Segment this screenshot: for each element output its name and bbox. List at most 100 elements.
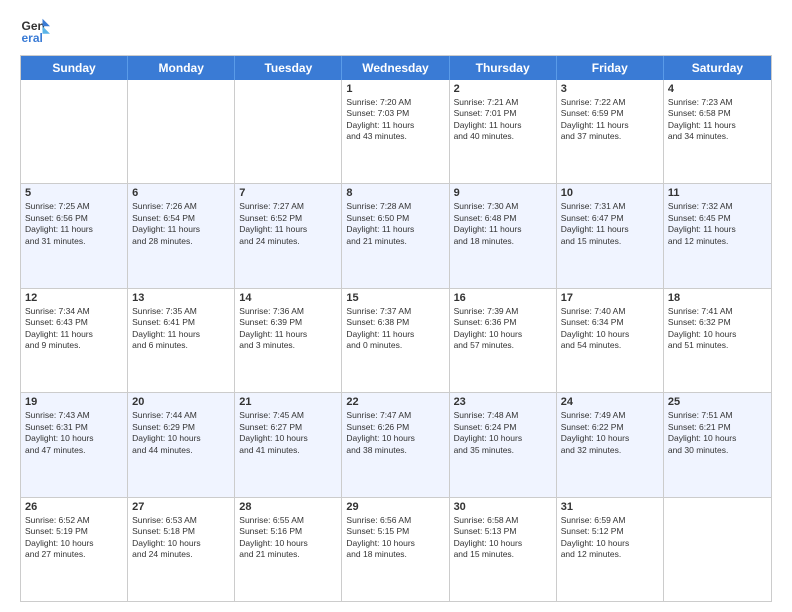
calendar-cell-day-31: 31 Sunrise: 6:59 AMSunset: 5:12 PMDayligh… <box>557 498 664 601</box>
day-info: Sunrise: 7:32 AMSunset: 6:45 PMDaylight:… <box>668 201 767 247</box>
day-info: Sunrise: 7:51 AMSunset: 6:21 PMDaylight:… <box>668 410 767 456</box>
day-info: Sunrise: 7:41 AMSunset: 6:32 PMDaylight:… <box>668 306 767 352</box>
calendar-cell-day-29: 29 Sunrise: 6:56 AMSunset: 5:15 PMDayligh… <box>342 498 449 601</box>
day-info: Sunrise: 7:49 AMSunset: 6:22 PMDaylight:… <box>561 410 659 456</box>
day-info: Sunrise: 7:34 AMSunset: 6:43 PMDaylight:… <box>25 306 123 352</box>
day-number: 18 <box>668 292 767 304</box>
calendar-cell-day-3: 3 Sunrise: 7:22 AMSunset: 6:59 PMDaylight… <box>557 80 664 183</box>
day-info: Sunrise: 6:56 AMSunset: 5:15 PMDaylight:… <box>346 515 444 561</box>
calendar-cell-day-5: 5 Sunrise: 7:25 AMSunset: 6:56 PMDaylight… <box>21 184 128 287</box>
calendar-cell-day-13: 13 Sunrise: 7:35 AMSunset: 6:41 PMDayligh… <box>128 289 235 392</box>
calendar-cell-empty-0-0 <box>21 80 128 183</box>
calendar-cell-day-10: 10 Sunrise: 7:31 AMSunset: 6:47 PMDayligh… <box>557 184 664 287</box>
calendar-cell-empty-0-1 <box>128 80 235 183</box>
day-number: 9 <box>454 187 552 199</box>
logo-icon: Gen eral <box>20 15 50 45</box>
day-number: 28 <box>239 501 337 513</box>
header-day-thursday: Thursday <box>450 56 557 80</box>
header-day-wednesday: Wednesday <box>342 56 449 80</box>
day-number: 5 <box>25 187 123 199</box>
day-number: 29 <box>346 501 444 513</box>
calendar-cell-day-22: 22 Sunrise: 7:47 AMSunset: 6:26 PMDayligh… <box>342 393 449 496</box>
header-day-friday: Friday <box>557 56 664 80</box>
day-number: 25 <box>668 396 767 408</box>
header-day-saturday: Saturday <box>664 56 771 80</box>
calendar-cell-day-15: 15 Sunrise: 7:37 AMSunset: 6:38 PMDayligh… <box>342 289 449 392</box>
day-info: Sunrise: 7:25 AMSunset: 6:56 PMDaylight:… <box>25 201 123 247</box>
calendar-body: 1Sunrise: 7:20 AMSunset: 7:03 PMDaylight… <box>21 80 771 601</box>
day-info: Sunrise: 7:37 AMSunset: 6:38 PMDaylight:… <box>346 306 444 352</box>
day-info: Sunrise: 7:22 AMSunset: 6:59 PMDaylight:… <box>561 97 659 143</box>
calendar-cell-day-23: 23 Sunrise: 7:48 AMSunset: 6:24 PMDayligh… <box>450 393 557 496</box>
day-number: 12 <box>25 292 123 304</box>
day-number: 15 <box>346 292 444 304</box>
day-number: 2 <box>454 83 552 95</box>
day-number: 11 <box>668 187 767 199</box>
calendar-row-4: 26 Sunrise: 6:52 AMSunset: 5:19 PMDayligh… <box>21 498 771 601</box>
logo: Gen eral <box>20 15 55 45</box>
header-day-tuesday: Tuesday <box>235 56 342 80</box>
day-number: 23 <box>454 396 552 408</box>
day-number: 27 <box>132 501 230 513</box>
day-number: 19 <box>25 396 123 408</box>
calendar-cell-day-14: 14 Sunrise: 7:36 AMSunset: 6:39 PMDayligh… <box>235 289 342 392</box>
day-number: 26 <box>25 501 123 513</box>
calendar-cell-day-16: 16Sunrise: 7:39 AMSunset: 6:36 PMDayligh… <box>450 289 557 392</box>
calendar-cell-empty-0-2 <box>235 80 342 183</box>
calendar-cell-day-27: 27 Sunrise: 6:53 AMSunset: 5:18 PMDayligh… <box>128 498 235 601</box>
calendar-cell-day-6: 6 Sunrise: 7:26 AMSunset: 6:54 PMDaylight… <box>128 184 235 287</box>
calendar-cell-day-19: 19 Sunrise: 7:43 AMSunset: 6:31 PMDayligh… <box>21 393 128 496</box>
calendar-cell-empty-4-6 <box>664 498 771 601</box>
calendar-cell-day-8: 8 Sunrise: 7:28 AMSunset: 6:50 PMDaylight… <box>342 184 449 287</box>
day-number: 30 <box>454 501 552 513</box>
page: Gen eral SundayMondayTuesdayWednesdayThu… <box>0 0 792 612</box>
day-number: 10 <box>561 187 659 199</box>
calendar-row-1: 5 Sunrise: 7:25 AMSunset: 6:56 PMDaylight… <box>21 184 771 288</box>
day-info: Sunrise: 7:48 AMSunset: 6:24 PMDaylight:… <box>454 410 552 456</box>
day-info: Sunrise: 6:58 AMSunset: 5:13 PMDaylight:… <box>454 515 552 561</box>
day-number: 3 <box>561 83 659 95</box>
day-number: 17 <box>561 292 659 304</box>
day-info: Sunrise: 7:44 AMSunset: 6:29 PMDaylight:… <box>132 410 230 456</box>
calendar-cell-day-25: 25 Sunrise: 7:51 AMSunset: 6:21 PMDayligh… <box>664 393 771 496</box>
calendar-cell-day-28: 28 Sunrise: 6:55 AMSunset: 5:16 PMDayligh… <box>235 498 342 601</box>
calendar-header: SundayMondayTuesdayWednesdayThursdayFrid… <box>21 56 771 80</box>
day-info: Sunrise: 7:47 AMSunset: 6:26 PMDaylight:… <box>346 410 444 456</box>
day-number: 31 <box>561 501 659 513</box>
day-number: 16 <box>454 292 552 304</box>
day-info: Sunrise: 7:36 AMSunset: 6:39 PMDaylight:… <box>239 306 337 352</box>
day-number: 7 <box>239 187 337 199</box>
day-info: Sunrise: 6:53 AMSunset: 5:18 PMDaylight:… <box>132 515 230 561</box>
day-number: 13 <box>132 292 230 304</box>
day-number: 22 <box>346 396 444 408</box>
day-number: 14 <box>239 292 337 304</box>
day-info: Sunrise: 7:40 AMSunset: 6:34 PMDaylight:… <box>561 306 659 352</box>
calendar-cell-day-24: 24Sunrise: 7:49 AMSunset: 6:22 PMDayligh… <box>557 393 664 496</box>
day-number: 6 <box>132 187 230 199</box>
calendar-cell-day-20: 20 Sunrise: 7:44 AMSunset: 6:29 PMDayligh… <box>128 393 235 496</box>
day-info: Sunrise: 6:59 AMSunset: 5:12 PMDaylight:… <box>561 515 659 561</box>
day-info: Sunrise: 7:26 AMSunset: 6:54 PMDaylight:… <box>132 201 230 247</box>
day-info: Sunrise: 6:55 AMSunset: 5:16 PMDaylight:… <box>239 515 337 561</box>
day-info: Sunrise: 7:35 AMSunset: 6:41 PMDaylight:… <box>132 306 230 352</box>
calendar-cell-day-11: 11 Sunrise: 7:32 AMSunset: 6:45 PMDayligh… <box>664 184 771 287</box>
calendar-row-0: 1Sunrise: 7:20 AMSunset: 7:03 PMDaylight… <box>21 80 771 184</box>
calendar-cell-day-1: 1Sunrise: 7:20 AMSunset: 7:03 PMDaylight… <box>342 80 449 183</box>
calendar-cell-day-4: 4Sunrise: 7:23 AMSunset: 6:58 PMDaylight… <box>664 80 771 183</box>
calendar-row-2: 12 Sunrise: 7:34 AMSunset: 6:43 PMDayligh… <box>21 289 771 393</box>
calendar-cell-day-18: 18 Sunrise: 7:41 AMSunset: 6:32 PMDayligh… <box>664 289 771 392</box>
calendar: SundayMondayTuesdayWednesdayThursdayFrid… <box>20 55 772 602</box>
day-info: Sunrise: 7:45 AMSunset: 6:27 PMDaylight:… <box>239 410 337 456</box>
day-info: Sunrise: 7:31 AMSunset: 6:47 PMDaylight:… <box>561 201 659 247</box>
svg-text:eral: eral <box>22 31 43 45</box>
day-info: Sunrise: 7:21 AMSunset: 7:01 PMDaylight:… <box>454 97 552 143</box>
header-day-monday: Monday <box>128 56 235 80</box>
day-number: 20 <box>132 396 230 408</box>
day-info: Sunrise: 6:52 AMSunset: 5:19 PMDaylight:… <box>25 515 123 561</box>
day-info: Sunrise: 7:43 AMSunset: 6:31 PMDaylight:… <box>25 410 123 456</box>
day-info: Sunrise: 7:23 AMSunset: 6:58 PMDaylight:… <box>668 97 767 143</box>
calendar-cell-day-17: 17 Sunrise: 7:40 AMSunset: 6:34 PMDayligh… <box>557 289 664 392</box>
day-info: Sunrise: 7:28 AMSunset: 6:50 PMDaylight:… <box>346 201 444 247</box>
day-number: 8 <box>346 187 444 199</box>
calendar-cell-day-12: 12 Sunrise: 7:34 AMSunset: 6:43 PMDayligh… <box>21 289 128 392</box>
